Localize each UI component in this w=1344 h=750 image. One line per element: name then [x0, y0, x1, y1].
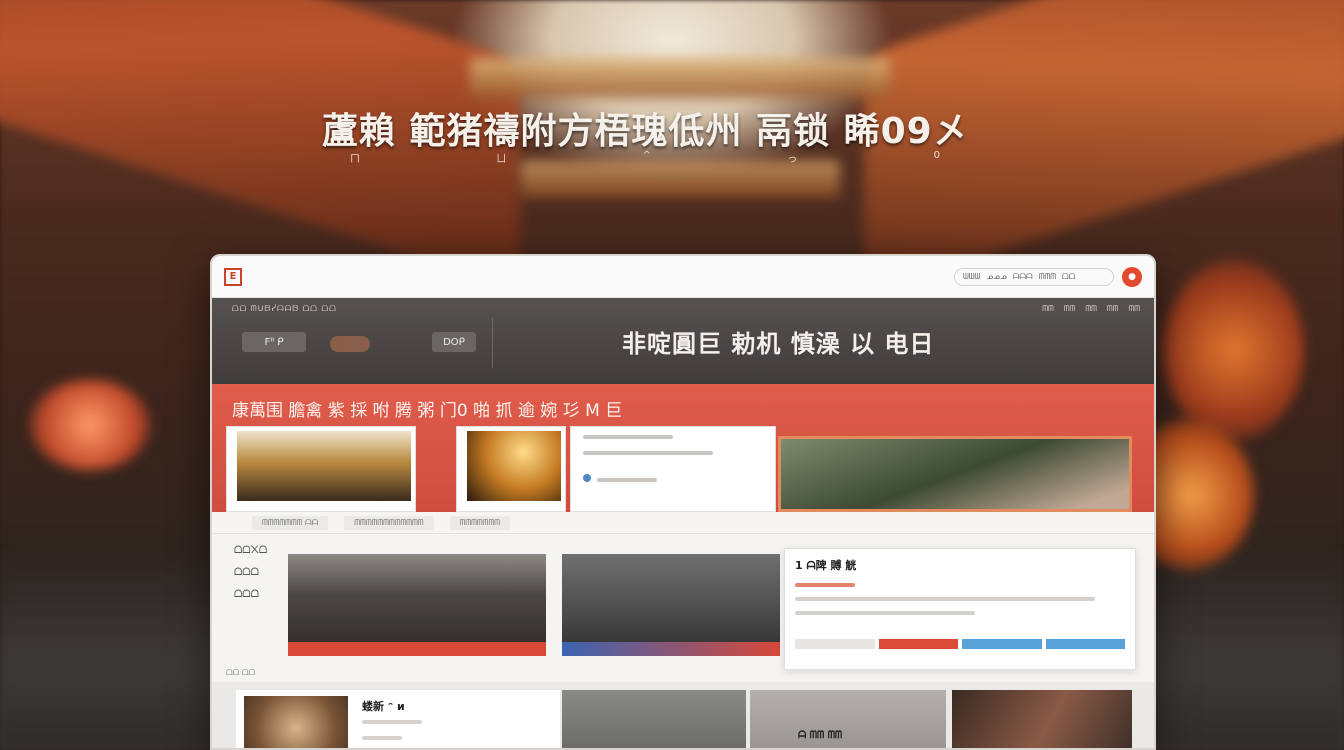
feature-card[interactable] — [226, 426, 416, 512]
golden-thumbnail — [467, 431, 561, 501]
nav-item[interactable]: ᗰᗰ — [1042, 304, 1054, 314]
side-labels: ᗝᗝ᙭ᗝ ᗝᗝᗝ ᗝᗝᗝ — [234, 545, 268, 600]
article-caption: ᗩ ᗰᗰ ᗰᗰ — [798, 730, 843, 741]
info-card[interactable]: 1 ᗩ陴 賻 觥 — [784, 548, 1136, 670]
temple-eave — [470, 58, 890, 98]
info-card-bar — [795, 639, 1125, 649]
article-title: 蝼新 ᵔ ᴎ — [362, 700, 405, 713]
article-card[interactable]: 蝼新 ᵔ ᴎ — [236, 690, 560, 748]
hero-section: ᗝᗝ ᗰᑌᗷᓰᗩᗩᗷ ᗝᗝ ᗝᗝ ᗰᗰ ᗰᗰ ᗰᗰ ᗰᗰ ᗰᗰ Fᐦ ᑭ DOᑭ… — [212, 298, 1154, 384]
headline-subline: ㄇ ㄩ ^ っ 0 — [350, 150, 940, 165]
filter-chip[interactable]: ᗰᗰᗰᗰᗰᗰᗰ — [449, 515, 511, 530]
temple-thumbnail — [237, 431, 411, 501]
text-card[interactable] — [570, 426, 776, 512]
hero-button-primary[interactable]: Fᐦ ᑭ — [242, 332, 306, 352]
filter-chip[interactable]: ᗰᗰᗰᗰᗰᗰᗰ ᗩᗩ — [252, 515, 329, 530]
site-logo[interactable]: E — [224, 267, 242, 286]
hero-nav: ᗰᗰ ᗰᗰ ᗰᗰ ᗰᗰ ᗰᗰ — [1042, 304, 1140, 314]
lantern-glow-left — [30, 380, 150, 470]
news-image-card[interactable] — [562, 554, 780, 656]
feature-banner: 康萬围 膽禽 紫 採 咐 腾 粥 门0 啪 抓 逾 婉 㣉 M 巨 — [212, 384, 1154, 512]
feature-card[interactable] — [456, 426, 566, 512]
search-input[interactable]: ᗯᗯᗯ ᓄᓄᓄ ᗩᗩᗩ ᗰᗰᗰ ᗝᗝ — [954, 267, 1114, 286]
content-row-2: 蝼新 ᵔ ᴎ ᗩ ᗰᗰ ᗰᗰ — [212, 682, 1154, 748]
temple-eave-lower — [520, 160, 840, 198]
top-bar: E ᗯᗯᗯ ᓄᓄᓄ ᗩᗩᗩ ᗰᗰᗰ ᗝᗝ ● — [212, 256, 1154, 298]
nav-item[interactable]: ᗰᗰ — [1128, 304, 1140, 314]
featured-image[interactable] — [778, 436, 1132, 512]
hero-top-text: ᗝᗝ ᗰᑌᗷᓰᗩᗩᗷ ᗝᗝ ᗝᗝ — [232, 304, 337, 313]
user-avatar[interactable]: ● — [1122, 266, 1142, 287]
headline: 蘆賴 範猪禱附方梧瑰低州 鬲锁 睎09㐅 — [322, 111, 970, 152]
filter-strip: ᗰᗰᗰᗰᗰᗰᗰ ᗩᗩ ᗰᗰᗰᗰᗰᗰᗰᗰᗰᗰᗰᗰ ᗰᗰᗰᗰᗰᗰᗰ — [212, 512, 1154, 534]
banner-title: 康萬围 膽禽 紫 採 咐 腾 粥 门0 啪 抓 逾 婉 㣉 M 巨 — [232, 401, 623, 421]
article-image-card[interactable] — [952, 690, 1132, 748]
hero-button-secondary[interactable]: DOᑭ — [432, 332, 476, 352]
hero-divider — [492, 318, 493, 368]
hero-title: 非啶圓巨 勅机 慎澡 以 电日 — [622, 330, 935, 358]
article-image — [244, 696, 348, 748]
row-footer-label: ᗝᗝ ᗝᗝ — [226, 668, 256, 677]
article-image-card[interactable] — [562, 690, 746, 748]
nav-item[interactable]: ᗰᗰ — [1064, 304, 1076, 314]
article-image-card[interactable]: ᗩ ᗰᗰ ᗰᗰ — [750, 690, 946, 748]
status-icon — [583, 473, 591, 482]
info-card-title: 1 ᗩ陴 賻 觥 — [795, 559, 857, 572]
nav-item[interactable]: ᗰᗰ — [1107, 304, 1119, 314]
toggle-icon[interactable] — [330, 336, 370, 352]
filter-chip[interactable]: ᗰᗰᗰᗰᗰᗰᗰᗰᗰᗰᗰᗰ — [344, 515, 434, 530]
news-image-card[interactable] — [288, 554, 546, 656]
content-row: ᗝᗝ᙭ᗝ ᗝᗝᗝ ᗝᗝᗝ 1 ᗩ陴 賻 觥 ᗝᗝ ᗝᗝ — [212, 534, 1154, 682]
lantern-glow-right — [1164, 260, 1304, 440]
browser-window: E ᗯᗯᗯ ᓄᓄᓄ ᗩᗩᗩ ᗰᗰᗰ ᗝᗝ ● ᗝᗝ ᗰᑌᗷᓰᗩᗩᗷ ᗝᗝ ᗝᗝ … — [210, 254, 1156, 750]
nav-item[interactable]: ᗰᗰ — [1085, 304, 1097, 314]
